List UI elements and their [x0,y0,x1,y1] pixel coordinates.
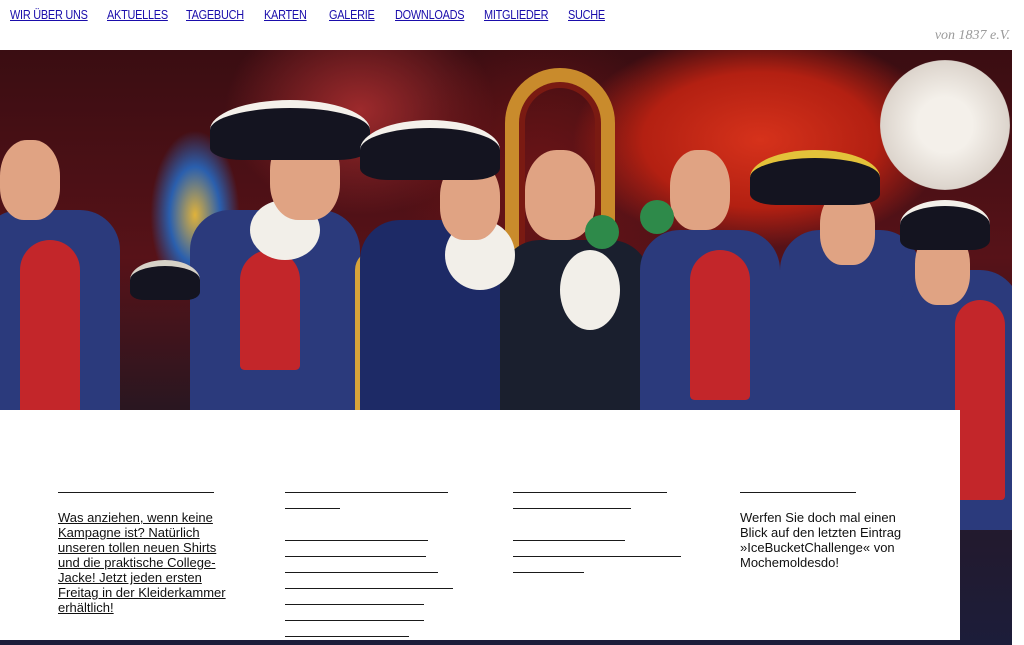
teaser-column-2 [285,492,465,637]
nav-downloads[interactable]: DOWNLOADS [395,7,465,22]
teaser-link-1[interactable]: Was anziehen, wenn keine Kampagne ist? N… [58,510,226,615]
figure-hat [210,100,370,160]
teaser-line [513,525,693,541]
figure-hat [900,200,990,250]
teaser-column-4: Werfen Sie doch mal einen Blick auf den … [740,492,915,570]
teaser-line [285,493,465,509]
teaser-line [285,557,465,573]
teaser-title-placeholder [740,492,856,493]
teaser-line [513,557,693,573]
teaser-line [285,573,465,589]
figure-coat [240,250,300,370]
top-navigation: WIR ÜBER UNS AKTUELLES TAGEBUCH KARTEN G… [0,0,1024,50]
teaser-line [285,541,465,557]
teaser-line [513,541,693,557]
figure-coat [690,250,750,400]
figure-hat [130,260,200,300]
teaser-column-3 [513,492,693,573]
figure-collar [560,250,620,330]
nav-galerie[interactable]: GALERIE [329,7,375,22]
figure-face [525,150,595,240]
feather-decoration [880,60,1010,190]
teaser-line [285,605,465,621]
teaser-line [285,621,465,637]
figure-hat [750,150,880,205]
teaser-line [513,493,693,509]
teaser-text-1[interactable]: Was anziehen, wenn keine Kampagne ist? N… [58,510,228,615]
teaser-line [285,525,465,541]
teaser-title-placeholder [58,492,214,493]
figure-hat [360,120,500,180]
nav-aktuelles[interactable]: AKTUELLES [107,7,168,22]
microphone-icon [640,200,674,234]
nav-mitglieder[interactable]: MITGLIEDER [484,7,548,22]
teaser-line [285,589,465,605]
nav-wir-ueber-uns[interactable]: WIR ÜBER UNS [10,7,88,22]
microphone-icon [585,215,619,249]
teaser-text-4: Werfen Sie doch mal einen Blick auf den … [740,510,902,570]
figure-face [0,140,60,220]
teaser-column-1: Was anziehen, wenn keine Kampagne ist? N… [58,492,228,615]
nav-tagebuch[interactable]: TAGEBUCH [186,7,244,22]
figure-coat [955,300,1005,500]
site-tagline: von 1837 e.V. [934,28,1010,43]
nav-karten[interactable]: KARTEN [264,7,307,22]
nav-suche[interactable]: SUCHE [568,7,605,22]
teaser-panel: Was anziehen, wenn keine Kampagne ist? N… [0,410,960,640]
figure-face [670,150,730,230]
